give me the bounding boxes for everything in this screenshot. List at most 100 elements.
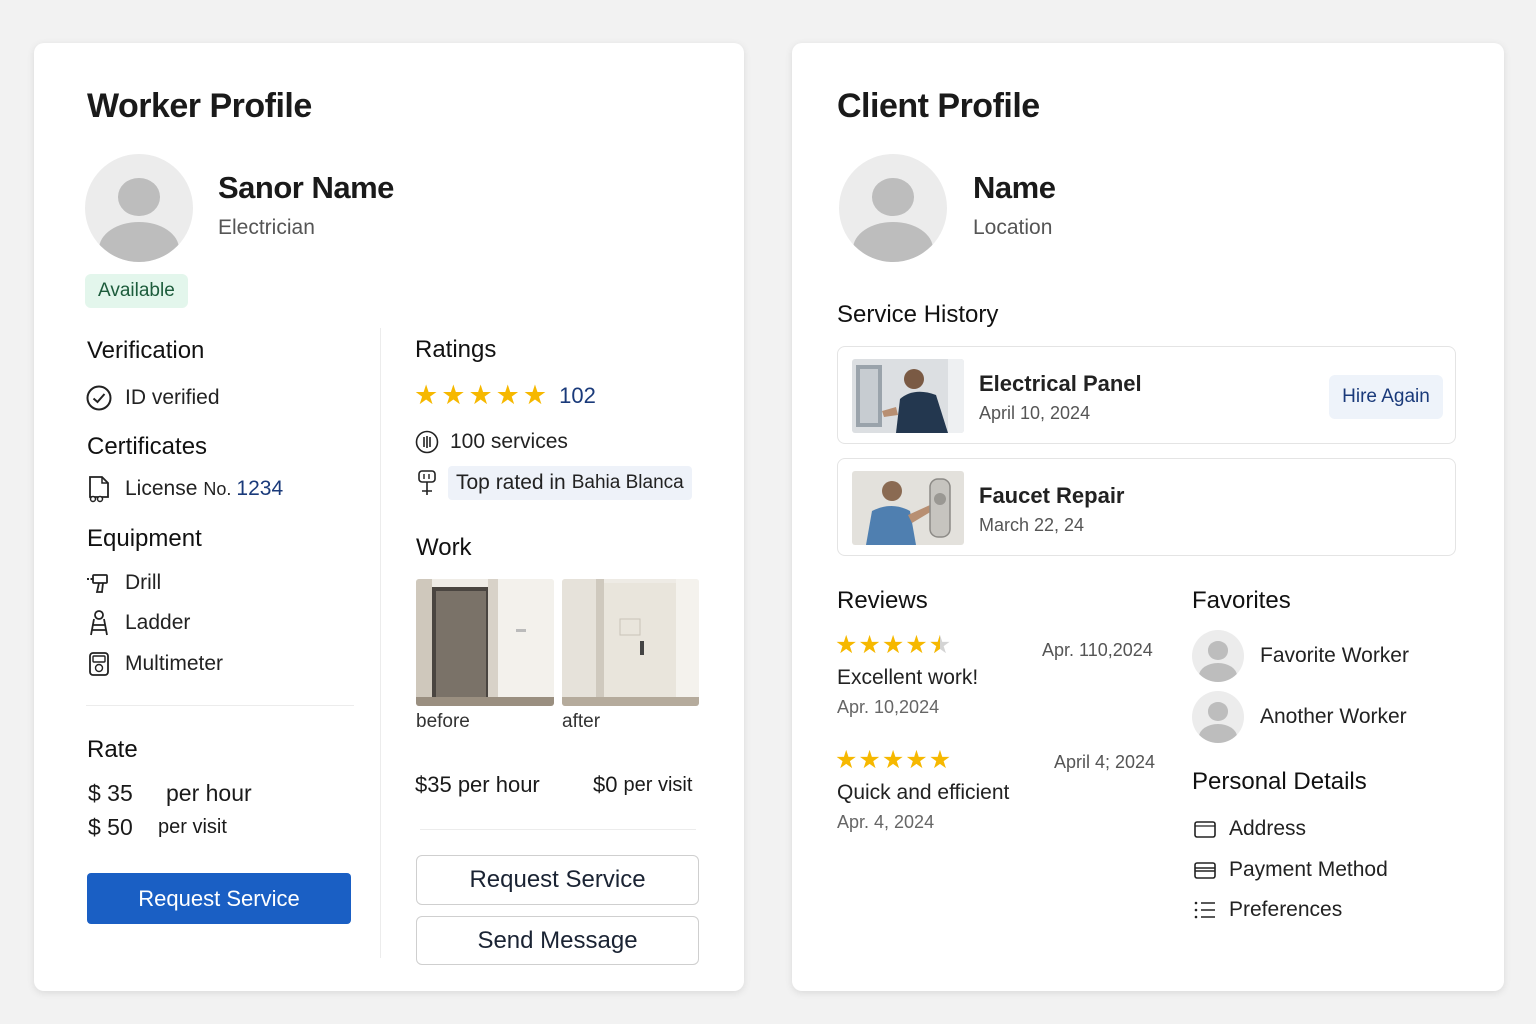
top-rated-place: Bahia Blanca (571, 472, 684, 493)
review-stars: ★ ★ ★ ★ ★ (835, 748, 951, 773)
ladder-icon (86, 610, 112, 636)
personal-detail-label: Payment Method (1229, 858, 1388, 881)
hire-again-button[interactable]: Hire Again (1329, 375, 1443, 419)
ratings-heading: Ratings (415, 336, 497, 363)
column-divider (380, 328, 381, 958)
history-item-date: April 10, 2024 (979, 403, 1091, 423)
services-row: 100 services (414, 429, 568, 455)
client-location: Location (973, 216, 1053, 239)
worker-profile-card: Worker Profile Sanor Name Electrician Av… (34, 43, 744, 991)
rate-heading: Rate (87, 736, 138, 763)
work-after-photo[interactable] (562, 579, 699, 706)
star-icon: ★ (468, 380, 493, 410)
price-per-visit-amount: $0 (593, 772, 618, 797)
service-history-heading: Service History (837, 301, 999, 328)
section-divider (420, 829, 696, 830)
multimeter-icon (86, 651, 112, 677)
star-icon: ★ (905, 631, 928, 659)
price-per-hour: $35 per hour (415, 772, 540, 797)
half-star-icon: ★ ★ (928, 631, 952, 659)
review-date: April 4; 2024 (1054, 752, 1156, 772)
star-icon: ★ (905, 746, 928, 774)
history-item[interactable]: Electrical Panel April 10, 2024 Hire Aga… (837, 346, 1456, 444)
equipment-label: Multimeter (125, 652, 224, 675)
client-name: Name (973, 170, 1056, 205)
license-row: License No. 1234 (86, 476, 283, 503)
avatar (1192, 691, 1244, 743)
price-per-visit-unit: per visit (623, 773, 693, 796)
review-sub-date: Apr. 4, 2024 (837, 812, 935, 832)
id-verified-label: ID verified (125, 386, 220, 409)
client-profile-card: Client Profile Name Location Service His… (792, 43, 1504, 991)
personal-detail-label: Address (1229, 817, 1307, 840)
worker-profile-title: Worker Profile (87, 87, 312, 125)
request-service-outline-button[interactable]: Request Service (416, 855, 699, 905)
work-before-photo[interactable] (416, 579, 554, 706)
star-icon: ★ (858, 631, 881, 659)
rating-count: 102 (559, 382, 596, 408)
review-stars: ★ ★ ★ ★ ★ ★ (835, 633, 951, 658)
work-heading: Work (416, 534, 472, 561)
favorites-heading: Favorites (1192, 587, 1291, 614)
equipment-heading: Equipment (87, 525, 202, 552)
favorite-item[interactable]: Another Worker (1192, 691, 1407, 743)
review-text: Quick and efficient (837, 781, 1010, 804)
personal-detail-label: Preferences (1229, 898, 1343, 921)
personal-detail-item[interactable]: Address (1192, 816, 1306, 842)
history-item-title: Faucet Repair (979, 483, 1125, 508)
star-icon: ★ (881, 746, 905, 774)
license-document-icon (86, 476, 112, 503)
history-item-title: Electrical Panel (979, 371, 1142, 396)
rating-stars: ★ ★ ★ ★ ★ 102 (414, 382, 596, 409)
worker-name: Sanor Name (218, 170, 394, 205)
verification-heading: Verification (87, 337, 205, 364)
top-rated-label: Top rated in (456, 471, 566, 494)
top-rated-row: Top rated in Bahia Blanca (414, 466, 692, 500)
certificates-heading: Certificates (87, 433, 208, 460)
client-profile-title: Client Profile (837, 87, 1040, 125)
equipment-item: Multimeter (86, 651, 223, 677)
trophy-icon (414, 470, 440, 496)
star-icon: ★ (835, 746, 858, 774)
client-avatar (839, 154, 947, 262)
personal-details-heading: Personal Details (1192, 768, 1367, 795)
price-per-visit: $0 per visit (593, 772, 692, 798)
star-icon: ★ (928, 746, 952, 774)
availability-badge: Available (85, 274, 188, 308)
history-item[interactable]: Faucet Repair March 22, 24 (837, 458, 1456, 556)
send-message-button[interactable]: Send Message (416, 916, 699, 965)
worker-avatar (85, 154, 193, 262)
personal-detail-item[interactable]: Preferences (1192, 897, 1342, 923)
star-icon: ★ (522, 380, 548, 410)
favorite-name: Another Worker (1260, 705, 1407, 728)
hourly-rate-amount: $ 35 (88, 780, 133, 806)
equipment-label: Ladder (125, 611, 191, 634)
license-number-link[interactable]: 1234 (236, 477, 283, 501)
review-text: Excellent work! (837, 666, 979, 689)
personal-detail-item[interactable]: Payment Method (1192, 857, 1388, 883)
equipment-label: Drill (125, 571, 162, 594)
star-icon: ★ (881, 631, 905, 659)
hourly-rate-unit: per hour (166, 780, 252, 806)
visit-rate-unit: per visit (158, 816, 227, 838)
credit-card-icon (1192, 857, 1218, 883)
address-card-icon (1192, 816, 1218, 842)
review-sub-date: Apr. 10,2024 (837, 697, 940, 717)
star-icon: ★ (835, 631, 858, 659)
request-service-button[interactable]: Request Service (87, 873, 351, 924)
before-label: before (416, 711, 470, 732)
star-icon: ★ (414, 380, 439, 410)
services-count: 100 services (450, 430, 568, 453)
favorite-item[interactable]: Favorite Worker (1192, 630, 1409, 682)
history-item-date: March 22, 24 (979, 515, 1085, 535)
favorite-name: Favorite Worker (1260, 644, 1409, 667)
services-badge-icon (414, 429, 440, 455)
equipment-item: Drill (86, 570, 161, 596)
review-date: Apr. 110,2024 (1042, 640, 1153, 660)
license-no-label: No. (203, 478, 232, 499)
top-rated-highlight: Top rated in Bahia Blanca (448, 466, 692, 500)
visit-rate-amount: $ 50 (88, 814, 133, 840)
id-verified-row: ID verified (86, 385, 220, 411)
star-icon: ★ (441, 380, 466, 410)
history-item-photo (852, 471, 964, 545)
